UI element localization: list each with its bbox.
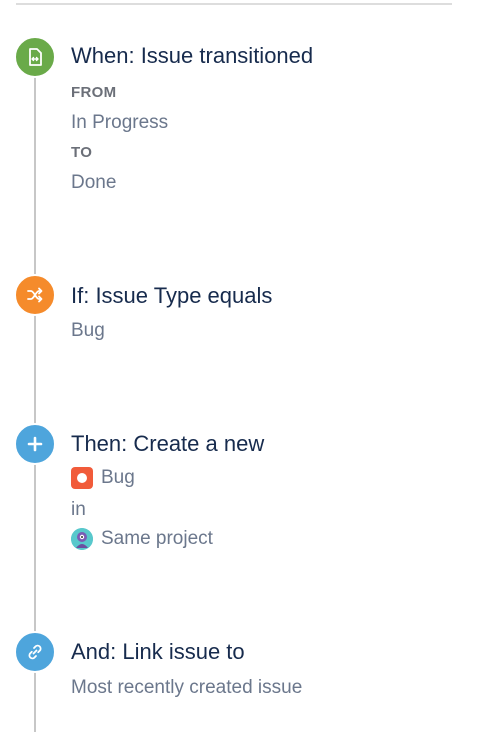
link-title: And: Link issue to [71,639,245,664]
to-value: Done [71,172,117,193]
plus-icon [14,423,56,465]
bug-icon [71,467,93,489]
action-title: Then: Create a new [71,431,265,456]
top-divider [16,3,452,5]
to-label: TO [71,144,93,161]
trigger-title: When: Issue transitioned [71,43,314,68]
project-avatar-icon [71,528,93,550]
link-icon [14,631,56,673]
from-value: In Progress [71,112,169,133]
project-row: Same project [71,528,213,550]
from-label: FROM [71,84,117,101]
shuffle-icon [14,274,56,316]
issue-transition-icon [14,36,56,78]
condition-title: If: Issue Type equals [71,283,273,308]
issue-type-value: Bug [101,467,135,488]
link-value: Most recently created issue [71,677,303,698]
issue-type-row: Bug [71,467,135,489]
project-value: Same project [101,528,213,549]
connector-text: in [71,499,86,520]
condition-value: Bug [71,320,105,341]
